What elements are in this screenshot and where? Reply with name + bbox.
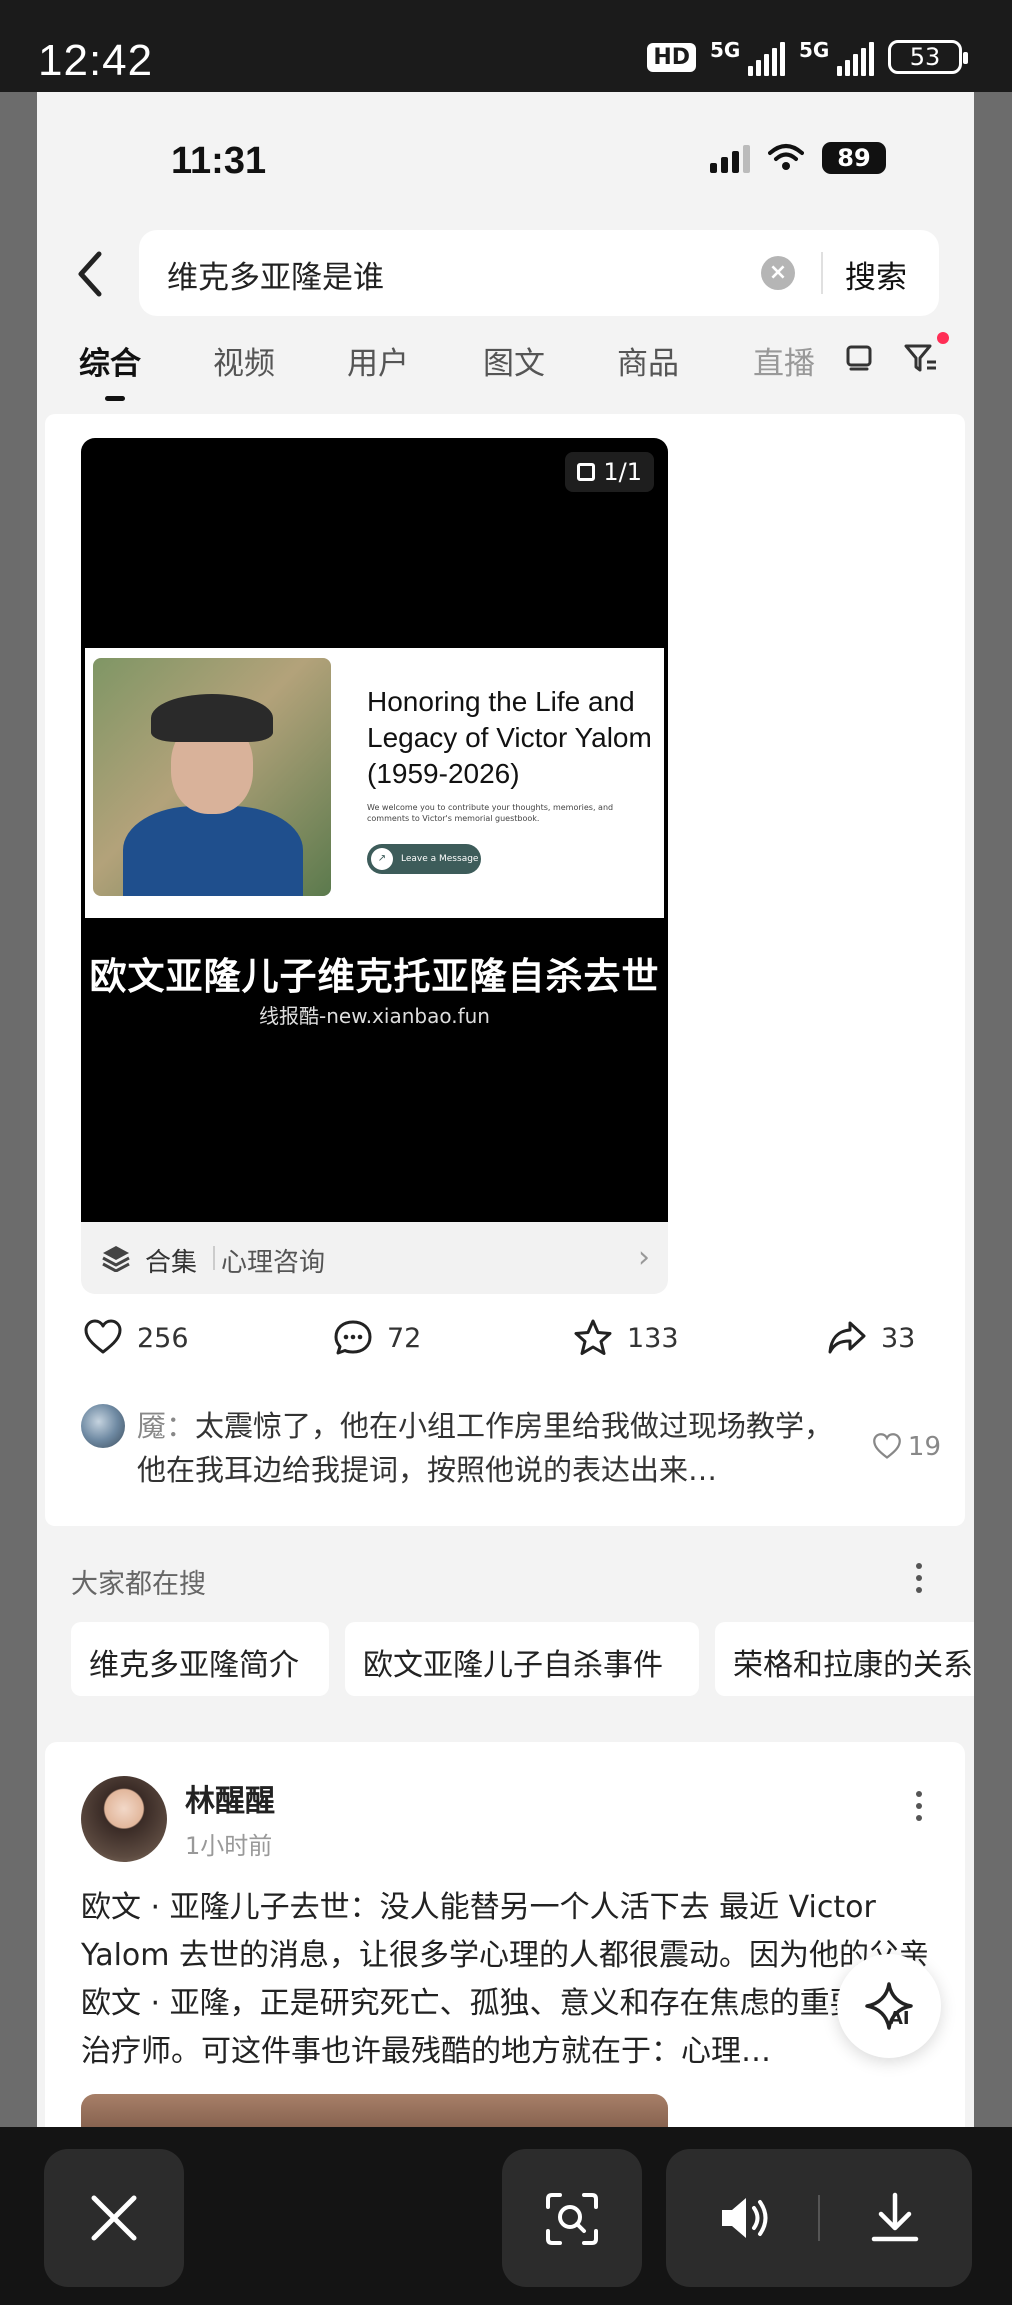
tab-video[interactable]: 视频 [213, 338, 275, 383]
inner-status-bar: 11:31 89 [37, 92, 974, 222]
layout-toggle-icon[interactable] [843, 340, 875, 372]
download-icon[interactable] [868, 2191, 922, 2245]
post-card[interactable]: 林醒醒 1小时前 欧文 · 亚隆儿子去世：没人能替另一个人活下去 最近 Vict… [45, 1742, 965, 2127]
popular-searches-title: 大家都在搜 [71, 1569, 206, 1600]
search-divider [821, 252, 823, 294]
post-time: 1小时前 [185, 1832, 273, 1860]
layers-icon [102, 1246, 130, 1272]
more-icon[interactable] [913, 1560, 925, 1596]
gallery-icon [577, 463, 596, 481]
arrow-icon: ↗ [371, 848, 393, 870]
active-tab-indicator [105, 396, 125, 401]
filter-icon[interactable] [903, 340, 939, 376]
search-input[interactable]: 维克多亚隆是谁 × 搜索 [139, 230, 939, 316]
heart-icon [873, 1433, 901, 1459]
tab-image-text[interactable]: 图文 [483, 338, 545, 383]
tab-live[interactable]: 直播 [753, 338, 815, 383]
media-controls [666, 2149, 972, 2287]
wifi-icon [768, 144, 804, 170]
bottom-toolbar [0, 2127, 1012, 2305]
post-body: 欧文 · 亚隆儿子去世：没人能替另一个人活下去 最近 Victor Yalom … [81, 1890, 930, 2069]
system-status-icons: HD 5G 5G 53 [647, 38, 968, 76]
volume-icon[interactable] [718, 2193, 778, 2243]
search-suggestion-chip[interactable]: 欧文亚隆儿子自杀事件 [345, 1622, 699, 1696]
watermark: 线报酷-new.xianbao.fun [259, 1004, 490, 1028]
author-avatar[interactable] [81, 1776, 167, 1862]
comment-button[interactable]: 72 [333, 1318, 421, 1358]
scan-button[interactable] [502, 2149, 642, 2287]
memorial-subtitle: We welcome you to contribute your though… [367, 803, 614, 823]
collection-label: 合集 [145, 1248, 198, 1278]
video-thumbnail[interactable]: 1/1 Honoring the Life and Legacy of Vict… [81, 438, 668, 1222]
star-icon [574, 1319, 612, 1355]
close-button[interactable] [44, 2149, 184, 2287]
share-button[interactable]: 33 [827, 1318, 915, 1358]
portrait-photo [93, 658, 331, 896]
ai-assistant-button[interactable]: AI [837, 1954, 941, 2058]
close-icon [91, 2195, 137, 2241]
cellular-icon [710, 143, 750, 173]
inner-status-icons: 89 [710, 142, 886, 174]
tab-bar: 综合 视频 用户 图文 商品 直播 [37, 332, 974, 410]
favorite-button[interactable]: 133 [573, 1318, 679, 1358]
system-status-bar: 12:42 HD 5G 5G 53 [0, 0, 1012, 92]
clear-icon[interactable]: × [761, 256, 795, 290]
inner-clock: 11:31 [171, 140, 267, 182]
search-suggestion-chip[interactable]: 荣格和拉康的关系 [715, 1622, 974, 1696]
battery-icon: 53 [888, 40, 968, 74]
collection-separator [213, 1246, 215, 1270]
like-button[interactable]: 256 [83, 1318, 189, 1358]
collection-link[interactable]: 合集 心理咨询 › [81, 1222, 668, 1294]
comment-text: 魇：太震惊了，他在小组工作房里给我做过现场教学，他在我耳边给我提词，按照他说的表… [137, 1409, 834, 1487]
system-clock: 12:42 [38, 36, 154, 85]
signal-icon: 5G [799, 38, 874, 76]
ai-label: AI [889, 2008, 910, 2029]
video-headline: 欧文亚隆儿子维克托亚隆自杀去世 [89, 955, 660, 998]
notification-dot [937, 332, 949, 344]
share-icon [828, 1321, 866, 1354]
more-icon[interactable] [913, 1788, 925, 1824]
result-card[interactable]: 1/1 Honoring the Life and Legacy of Vict… [45, 414, 965, 1526]
back-icon[interactable] [65, 244, 115, 304]
tab-all[interactable]: 综合 [79, 338, 141, 383]
author-name[interactable]: 林醒醒 [185, 1776, 275, 1820]
toolbar-divider [818, 2195, 820, 2241]
action-bar: 256 72 133 33 [45, 1318, 965, 1374]
memorial-title: Honoring the Life and Legacy of Victor Y… [367, 686, 652, 789]
commenter-avatar [81, 1404, 125, 1448]
battery-icon: 89 [822, 142, 886, 174]
search-query: 维克多亚隆是谁 [167, 260, 384, 296]
memorial-banner: Honoring the Life and Legacy of Victor Y… [85, 648, 664, 918]
comment-icon [334, 1320, 372, 1355]
search-suggestion-chip[interactable]: 维克多亚隆简介 [71, 1622, 329, 1696]
collection-name: 心理咨询 [221, 1248, 326, 1278]
scan-icon [546, 2193, 598, 2245]
leave-message-button: ↗ Leave a Message [367, 844, 481, 874]
app-screen: 11:31 89 维克多亚隆是谁 × 搜索 综合 视频 用户 图文 商品 直播 [37, 92, 974, 2127]
search-button[interactable]: 搜索 [845, 252, 907, 297]
signal-icon: 5G [710, 38, 785, 76]
hd-badge: HD [647, 42, 696, 72]
chevron-right-icon: › [638, 1240, 650, 1275]
commenter-name: 魇： [137, 1409, 196, 1443]
page-indicator: 1/1 [565, 452, 654, 492]
tab-products[interactable]: 商品 [617, 338, 679, 383]
tab-users[interactable]: 用户 [347, 338, 409, 383]
heart-icon [84, 1319, 122, 1354]
comment-like-button[interactable]: 19 [872, 1432, 941, 1462]
post-image[interactable] [81, 2094, 668, 2127]
